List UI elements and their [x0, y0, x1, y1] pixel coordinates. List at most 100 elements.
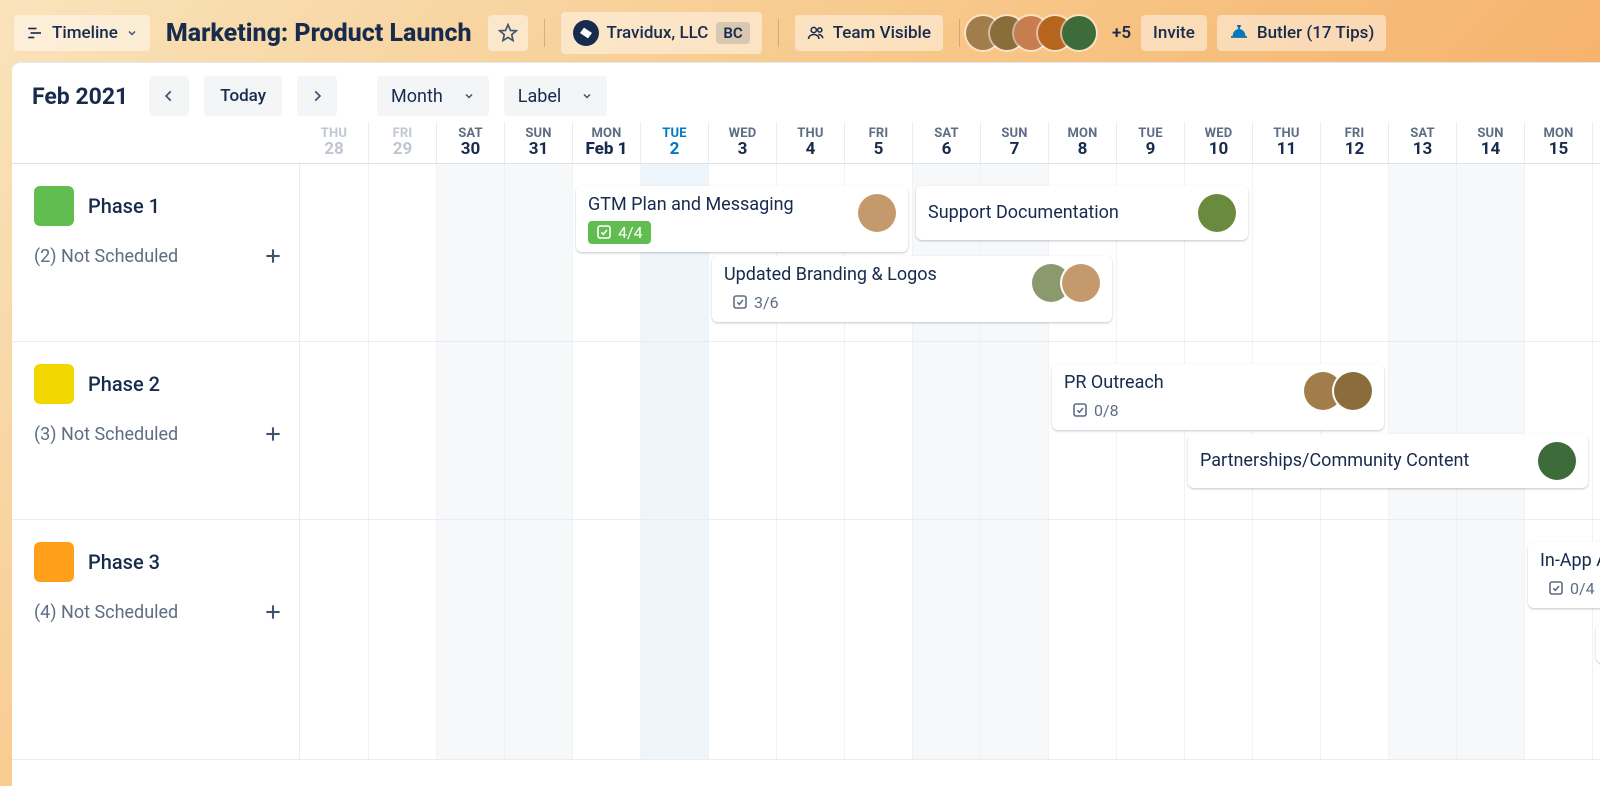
unscheduled-label[interactable]: (4) Not Scheduled: [34, 602, 178, 623]
divider: [959, 19, 960, 47]
column-day-number: 7: [981, 139, 1048, 159]
butler-button[interactable]: Butler (17 Tips): [1217, 15, 1387, 51]
column-header: WED3: [708, 122, 776, 163]
today-button[interactable]: Today: [204, 76, 282, 116]
timeline-card[interactable]: GTM Plan and Messaging 4/4: [576, 186, 908, 252]
columns-header: THU28FRI29SAT30SUN31MONFeb 1TUE2WED3THU4…: [12, 122, 1600, 164]
chevron-down-icon: [463, 90, 475, 102]
column-day-number: 9: [1117, 139, 1184, 159]
column-day-number: 5: [845, 139, 912, 159]
phase-row[interactable]: Phase 2: [34, 364, 285, 404]
column-header: FRI12: [1320, 122, 1388, 163]
view-selector-label: Timeline: [52, 23, 118, 43]
org-logo-icon: [573, 20, 599, 46]
timeline-board: Feb 2021 Today Month: [12, 62, 1600, 786]
column-day-number: 31: [505, 139, 572, 159]
column-header: FRI29: [368, 122, 436, 163]
column-day-number: 14: [1457, 139, 1524, 159]
member-avatar: [1538, 442, 1576, 480]
phase-row[interactable]: Phase 3: [34, 542, 285, 582]
add-card-button[interactable]: [261, 244, 285, 268]
column-day-number: 3: [709, 139, 776, 159]
member-avatar[interactable]: [1062, 16, 1096, 50]
invite-button[interactable]: Invite: [1141, 15, 1207, 51]
invite-label: Invite: [1153, 23, 1195, 43]
checklist-badge: 0/8: [1064, 399, 1127, 422]
checklist-badge: 4/4: [588, 221, 651, 244]
card-title: Support Documentation: [928, 202, 1119, 225]
star-button[interactable]: [488, 15, 528, 51]
divider: [544, 19, 545, 47]
org-button[interactable]: Travidux, LLC BC: [561, 12, 762, 54]
column-day-number: 4: [777, 139, 844, 159]
column-header: WED10: [1184, 122, 1252, 163]
column-header: SAT6: [912, 122, 980, 163]
lane: Phase 3 (4) Not Scheduled In-App Announc…: [12, 520, 1600, 760]
column-header: MONFeb 1: [572, 122, 640, 163]
prev-button[interactable]: [149, 76, 189, 116]
checklist-count: 0/4: [1570, 579, 1595, 598]
checklist-count: 4/4: [618, 223, 643, 242]
member-avatars[interactable]: [976, 16, 1096, 50]
column-header: TUE9: [1116, 122, 1184, 163]
star-icon: [498, 23, 518, 43]
timeline-card[interactable]: Partnerships/Community Content: [1188, 434, 1588, 488]
column-day-number: 30: [437, 139, 504, 159]
phase-color-chip: [34, 542, 74, 582]
today-label: Today: [220, 86, 266, 106]
lane-body[interactable]: GTM Plan and Messaging 4/4 Support Docum…: [300, 164, 1600, 341]
column-header: MON8: [1048, 122, 1116, 163]
phase-color-chip: [34, 186, 74, 226]
chevron-down-icon: [126, 27, 138, 39]
team-icon: [807, 24, 825, 42]
lane: Phase 1 (2) Not Scheduled GTM Plan and M…: [12, 164, 1600, 342]
group-dropdown[interactable]: Label: [504, 76, 608, 116]
zoom-label: Month: [391, 86, 443, 107]
timeline-card[interactable]: In-App Announcement 0/4: [1528, 542, 1600, 608]
card-avatars: [1198, 194, 1236, 232]
column-header: THU28: [300, 122, 368, 163]
lane-body[interactable]: PR Outreach 0/8 Partnerships/Community C…: [300, 342, 1600, 519]
card-avatars: [1304, 372, 1372, 410]
zoom-dropdown[interactable]: Month: [377, 76, 489, 116]
controlbar: Feb 2021 Today Month: [12, 62, 1600, 122]
visibility-button[interactable]: Team Visible: [795, 15, 943, 51]
lane-body[interactable]: In-App Announcement 0/4 Upload Tutorial …: [300, 520, 1600, 759]
phase-color-chip: [34, 364, 74, 404]
member-avatar: [1334, 372, 1372, 410]
next-button[interactable]: [297, 76, 337, 116]
timeline-card[interactable]: Upload Tutorial Videos: [1596, 624, 1600, 663]
timeline-card[interactable]: PR Outreach 0/8: [1052, 364, 1384, 430]
lane-sidebar: Phase 1 (2) Not Scheduled: [12, 164, 300, 341]
column-day-number: 16: [1593, 139, 1600, 159]
view-selector[interactable]: Timeline: [14, 15, 150, 51]
column-header: THU11: [1252, 122, 1320, 163]
add-card-button[interactable]: [261, 422, 285, 446]
card-title: PR Outreach: [1064, 372, 1164, 395]
chevron-right-icon: [310, 89, 324, 103]
column-day-number: 13: [1389, 139, 1456, 159]
column-header: SUN31: [504, 122, 572, 163]
column-day-number: 11: [1253, 139, 1320, 159]
checklist-count: 0/8: [1094, 401, 1119, 420]
member-overflow-count[interactable]: +5: [1112, 23, 1131, 43]
unscheduled-label[interactable]: (3) Not Scheduled: [34, 424, 178, 445]
column-day-number: 15: [1525, 139, 1592, 159]
timeline-card[interactable]: Support Documentation: [916, 186, 1248, 240]
checklist-count: 3/6: [754, 293, 779, 312]
card-title: In-App Announcement: [1540, 550, 1600, 573]
column-day-number: 29: [369, 139, 436, 159]
column-day-number: 8: [1049, 139, 1116, 159]
lane: Phase 2 (3) Not Scheduled PR Outreach 0/…: [12, 342, 1600, 520]
unscheduled-label[interactable]: (2) Not Scheduled: [34, 246, 178, 267]
phase-row[interactable]: Phase 1: [34, 186, 285, 226]
chevron-left-icon: [162, 89, 176, 103]
column-background: [300, 342, 1600, 519]
checklist-badge: 0/4: [1540, 577, 1600, 600]
butler-label: Butler (17 Tips): [1257, 23, 1375, 43]
add-card-button[interactable]: [261, 600, 285, 624]
board-title[interactable]: Marketing: Product Launch: [166, 19, 472, 48]
column-header: TUE16: [1592, 122, 1600, 163]
timeline-card[interactable]: Updated Branding & Logos 3/6: [712, 256, 1112, 322]
org-plan-badge: BC: [716, 22, 749, 44]
